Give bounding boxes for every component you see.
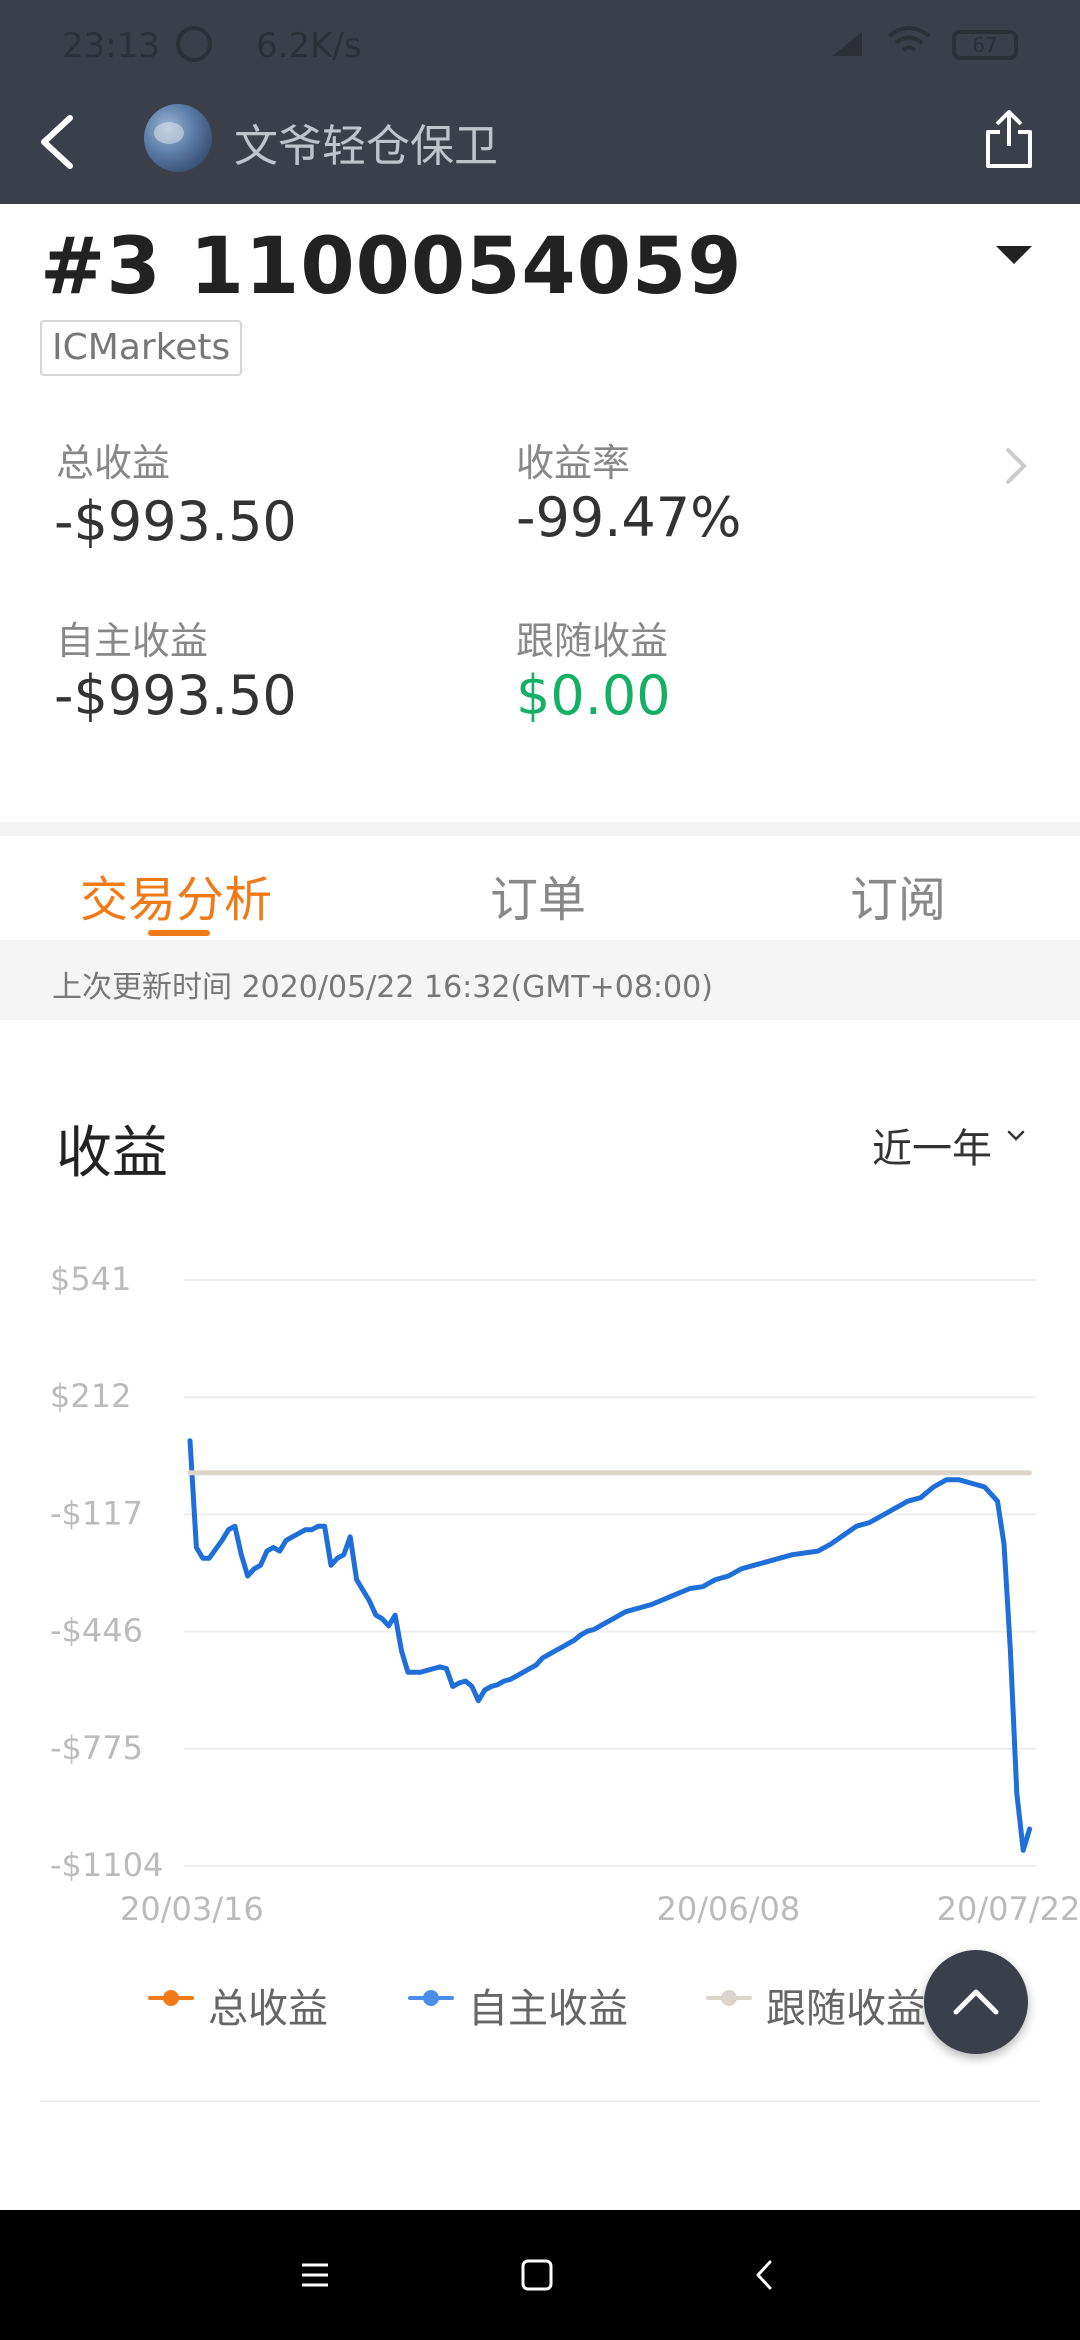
- tab-subscriptions[interactable]: 订阅: [850, 860, 946, 930]
- period-select[interactable]: 近一年: [872, 1116, 992, 1174]
- app-bar: 23:13 6.2K/s 67 文爷轻仓保卫: [0, 0, 1080, 204]
- account-title: #3 1100054059: [40, 222, 743, 312]
- own-profit-value: -$993.50: [54, 664, 297, 727]
- back-button[interactable]: [34, 112, 82, 172]
- alarm-icon: [176, 26, 212, 62]
- total-profit-value: -$993.50: [54, 490, 297, 553]
- return-rate-value: -99.47%: [516, 486, 742, 549]
- share-icon[interactable]: [982, 108, 1036, 170]
- y-tick-label: -$775: [50, 1729, 143, 1767]
- x-tick-label: 20/06/08: [657, 1890, 801, 1928]
- y-tick-label: $541: [50, 1260, 131, 1298]
- signal-icon: [832, 32, 862, 56]
- legend-follow-marker: [706, 1990, 752, 2006]
- status-time: 23:13: [62, 26, 160, 66]
- tab-trade-analysis[interactable]: 交易分析: [80, 860, 272, 930]
- legend-total-label: 总收益: [208, 1986, 328, 2032]
- status-bar: 23:13 6.2K/s 67: [0, 0, 1080, 90]
- section-separator: [0, 822, 1080, 836]
- x-tick-label: 20/03/16: [120, 1890, 264, 1928]
- tab-orders[interactable]: 订单: [490, 860, 586, 930]
- series-line-own: [187, 1438, 1033, 1853]
- legend-total-marker: [148, 1990, 194, 2006]
- chevron-down-icon[interactable]: [1006, 1126, 1026, 1146]
- y-tick-label: -$1104: [50, 1846, 163, 1884]
- chevron-right-icon[interactable]: [1004, 446, 1028, 486]
- tab-indicator: [148, 930, 210, 936]
- legend-own-marker: [408, 1990, 454, 2006]
- account-dropdown-icon[interactable]: [996, 246, 1032, 264]
- y-tick-label: -$117: [50, 1494, 143, 1532]
- chart-title: 收益: [56, 1121, 168, 1186]
- follow-profit-value: $0.00: [516, 664, 671, 727]
- broker-badge: ICMarkets: [40, 320, 243, 376]
- follow-profit-label: 跟随收益: [516, 619, 669, 663]
- scroll-to-top-button[interactable]: [924, 1950, 1028, 2054]
- home-icon[interactable]: [512, 2250, 562, 2300]
- total-profit-label: 总收益: [56, 441, 171, 485]
- last-update-time: 上次更新时间 2020/05/22 16:32(GMT+08:00): [52, 970, 713, 1005]
- wifi-icon: [887, 26, 931, 52]
- y-tick-label: -$446: [50, 1612, 143, 1650]
- battery-icon: 67: [952, 30, 1018, 60]
- avatar[interactable]: [144, 104, 212, 172]
- legend-own-label: 自主收益: [468, 1986, 628, 2032]
- network-speed: 6.2K/s: [256, 26, 362, 66]
- return-rate-label: 收益率: [516, 441, 631, 485]
- page-title: 文爷轻仓保卫: [234, 121, 498, 172]
- menu-icon[interactable]: [290, 2250, 340, 2300]
- back-nav-icon[interactable]: [740, 2250, 790, 2300]
- profit-chart: $541 $212 -$117 -$446 -$775 -$1104 20/03/16 20/…: [50, 1260, 1080, 1928]
- x-tick-label: 20/07/22: [937, 1890, 1080, 1928]
- divider: [40, 2100, 1040, 2102]
- y-tick-label: $212: [50, 1377, 131, 1415]
- own-profit-label: 自主收益: [56, 619, 209, 663]
- legend-follow-label: 跟随收益: [766, 1986, 926, 2032]
- chevron-up-icon: [953, 1989, 999, 2015]
